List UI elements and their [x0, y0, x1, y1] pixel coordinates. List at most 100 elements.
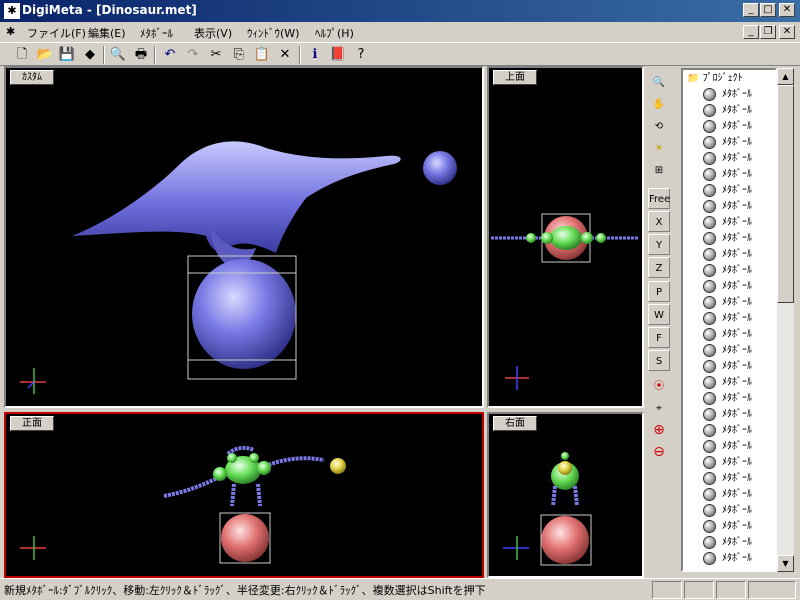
cut-icon[interactable]: ✂: [206, 45, 226, 65]
save-icon[interactable]: 💾: [57, 45, 77, 65]
menu-help[interactable]: ﾍﾙﾌﾟ(H): [315, 25, 354, 41]
project-tree[interactable]: 📁 ﾌﾟﾛｼﾞｪｸﾄ ﾒﾀﾎﾞｰﾙ ﾒﾀﾎﾞｰﾙ ﾒﾀﾎﾞｰﾙ ﾒﾀﾎﾞｰﾙ ﾒﾀﾎﾞｰ…: [681, 68, 777, 572]
tree-item-metaball[interactable]: ﾒﾀﾎﾞｰﾙ: [703, 103, 752, 119]
context-help-icon[interactable]: ?: [351, 45, 371, 65]
metaball-icon: [703, 151, 716, 165]
tree-item-metaball[interactable]: ﾒﾀﾎﾞｰﾙ: [703, 407, 752, 423]
select-cursor-icon[interactable]: ⌖: [648, 398, 670, 419]
tree-item-metaball[interactable]: ﾒﾀﾎﾞｰﾙ: [703, 231, 752, 247]
toolbar-separator: [299, 46, 301, 64]
delete-icon[interactable]: ✕: [275, 45, 295, 65]
tree-item-metaball[interactable]: ﾒﾀﾎﾞｰﾙ: [703, 151, 752, 167]
free-axis-button[interactable]: Free: [648, 188, 670, 209]
tree-item-metaball[interactable]: ﾒﾀﾎﾞｰﾙ: [703, 327, 752, 343]
viewport-right[interactable]: 右面: [487, 412, 644, 578]
menu-view[interactable]: 表示(V): [194, 25, 232, 41]
tree-item-metaball[interactable]: ﾒﾀﾎﾞｰﾙ: [703, 247, 752, 263]
tree-item-metaball[interactable]: ﾒﾀﾎﾞｰﾙ: [703, 423, 752, 439]
y-axis-button[interactable]: Y: [648, 234, 670, 255]
print-icon[interactable]: 🖶: [131, 45, 151, 65]
viewport-top[interactable]: 上面: [487, 66, 644, 408]
tree-item-metaball[interactable]: ﾒﾀﾎﾞｰﾙ: [703, 519, 752, 535]
paste-icon[interactable]: 📋: [252, 45, 272, 65]
tree-item-label: ﾒﾀﾎﾞｰﾙ: [722, 153, 752, 164]
tree-item-metaball[interactable]: ﾒﾀﾎﾞｰﾙ: [703, 183, 752, 199]
tree-item-metaball[interactable]: ﾒﾀﾎﾞｰﾙ: [703, 311, 752, 327]
x-axis-button[interactable]: X: [648, 211, 670, 232]
menu-metaball[interactable]: ﾒﾀﾎﾞｰﾙ: [140, 25, 173, 41]
mdi-restore-button[interactable]: ❐: [760, 25, 776, 39]
add-ball-icon[interactable]: ⊕: [648, 420, 670, 441]
tree-item-metaball[interactable]: ﾒﾀﾎﾞｰﾙ: [703, 135, 752, 151]
custom-view-canvas: [20, 141, 457, 394]
s-mode-button[interactable]: S: [648, 350, 670, 371]
tree-item-metaball[interactable]: ﾒﾀﾎﾞｰﾙ: [703, 119, 752, 135]
viewport-front[interactable]: 正面: [4, 412, 484, 578]
zoom-icon[interactable]: 🔍: [648, 72, 670, 93]
tree-item-metaball[interactable]: ﾒﾀﾎﾞｰﾙ: [703, 375, 752, 391]
mdi-minimize-button[interactable]: _: [743, 25, 759, 39]
light-icon[interactable]: ☀: [648, 138, 670, 159]
metaball-icon: [703, 455, 716, 469]
metaball-icon: [703, 215, 716, 229]
tree-item-metaball[interactable]: ﾒﾀﾎﾞｰﾙ: [703, 359, 752, 375]
minimize-button[interactable]: _: [743, 3, 759, 17]
help-book-icon[interactable]: 📕: [328, 45, 348, 65]
tree-item-metaball[interactable]: ﾒﾀﾎﾞｰﾙ: [703, 167, 752, 183]
tree-item-metaball[interactable]: ﾒﾀﾎﾞｰﾙ: [703, 215, 752, 231]
redo-icon[interactable]: ↷: [183, 45, 203, 65]
tree-item-metaball[interactable]: ﾒﾀﾎﾞｰﾙ: [703, 263, 752, 279]
tree-item-label: ﾒﾀﾎﾞｰﾙ: [722, 457, 752, 468]
open-folder-icon[interactable]: 📂: [35, 45, 55, 65]
tree-item-metaball[interactable]: ﾒﾀﾎﾞｰﾙ: [703, 391, 752, 407]
remove-ball-icon[interactable]: ⊖: [648, 442, 670, 463]
f-mode-button[interactable]: F: [648, 327, 670, 348]
tree-root[interactable]: 📁 ﾌﾟﾛｼﾞｪｸﾄ: [687, 71, 743, 87]
scroll-thumb[interactable]: [777, 85, 794, 303]
menu-edit[interactable]: 編集(E): [88, 25, 126, 41]
tree-item-metaball[interactable]: ﾒﾀﾎﾞｰﾙ: [703, 455, 752, 471]
viewport-custom[interactable]: ｶｽﾀﾑ: [4, 66, 484, 408]
close-button[interactable]: ✕: [779, 3, 795, 17]
digimeta-icon[interactable]: ✱: [4, 3, 20, 19]
maximize-button[interactable]: □: [760, 3, 776, 17]
tree-item-metaball[interactable]: ﾒﾀﾎﾞｰﾙ: [703, 343, 752, 359]
tree-item-metaball[interactable]: ﾒﾀﾎﾞｰﾙ: [703, 487, 752, 503]
metaball-icon: [703, 423, 716, 437]
print-preview-icon[interactable]: 🔍: [108, 45, 128, 65]
selected-red-ball: [221, 514, 269, 562]
scroll-up-button[interactable]: ▲: [777, 68, 794, 85]
info-icon[interactable]: ℹ: [305, 45, 325, 65]
menu-file[interactable]: ファイル(F): [27, 25, 86, 41]
tree-item-metaball[interactable]: ﾒﾀﾎﾞｰﾙ: [703, 439, 752, 455]
tree-item-metaball[interactable]: ﾒﾀﾎﾞｰﾙ: [703, 471, 752, 487]
tree-item-label: ﾒﾀﾎﾞｰﾙ: [722, 377, 752, 388]
render-icon[interactable]: ◆: [80, 45, 100, 65]
menu-window[interactable]: ｳｨﾝﾄﾞｳ(W): [247, 25, 299, 41]
p-mode-button[interactable]: P: [648, 281, 670, 302]
tree-item-metaball[interactable]: ﾒﾀﾎﾞｰﾙ: [703, 87, 752, 103]
new-file-icon[interactable]: 🗋: [12, 45, 32, 65]
mdi-close-button[interactable]: ✕: [779, 25, 795, 39]
z-axis-button[interactable]: Z: [648, 257, 670, 278]
w-mode-button[interactable]: W: [648, 304, 670, 325]
rotate-icon[interactable]: ⟲: [648, 116, 670, 137]
status-text: 新規ﾒﾀﾎﾞｰﾙ:ﾀﾞﾌﾞﾙｸﾘｯｸ、移動:左ｸﾘｯｸ＆ﾄﾞﾗｯｸﾞ、半径変更:…: [4, 584, 486, 597]
metaball-pair-icon[interactable]: ⦿: [648, 376, 670, 397]
doc-icon[interactable]: ✱: [6, 25, 15, 38]
fit-view-icon[interactable]: ⊞: [648, 160, 670, 181]
scroll-down-button[interactable]: ▼: [777, 555, 794, 572]
tree-item-metaball[interactable]: ﾒﾀﾎﾞｰﾙ: [703, 295, 752, 311]
metaball-icon: [703, 279, 716, 293]
toolbar-separator: [103, 46, 105, 64]
tree-item-metaball[interactable]: ﾒﾀﾎﾞｰﾙ: [703, 503, 752, 519]
copy-icon[interactable]: ⎘: [229, 45, 249, 65]
tree-item-metaball[interactable]: ﾒﾀﾎﾞｰﾙ: [703, 279, 752, 295]
metaball-icon: [703, 119, 716, 133]
tree-scrollbar[interactable]: ▲ ▼: [777, 68, 794, 572]
undo-icon[interactable]: ↶: [160, 45, 180, 65]
pan-hand-icon[interactable]: ✋: [648, 94, 670, 115]
tree-item-metaball[interactable]: ﾒﾀﾎﾞｰﾙ: [703, 535, 752, 551]
tree-item-metaball[interactable]: ﾒﾀﾎﾞｰﾙ: [703, 551, 752, 567]
tree-item-metaball[interactable]: ﾒﾀﾎﾞｰﾙ: [703, 199, 752, 215]
